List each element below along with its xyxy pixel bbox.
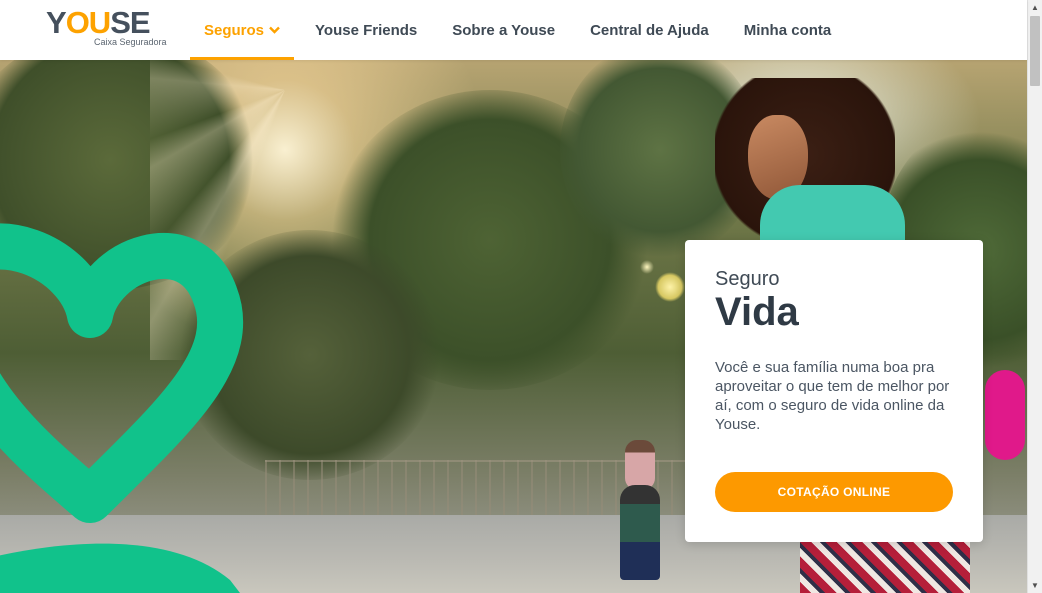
cotacao-online-button[interactable]: COTAÇÃO ONLINE [715,472,953,512]
card-title: Vida [715,290,799,334]
main-nav: Seguros Youse Friends Sobre a Youse Cent… [190,0,852,60]
nav-item-sobre-a-youse[interactable]: Sobre a Youse [438,0,569,60]
heart-outline-icon [0,223,244,593]
scroll-thumb[interactable] [1030,16,1040,86]
nav-item-label: Youse Friends [315,21,418,39]
logo-subtitle: Caixa Seguradora [94,37,167,47]
card-eyebrow: Seguro [715,268,780,290]
logo-wordmark: YOUSE [46,5,151,40]
site-header: YOUSE Caixa Seguradora Seguros Youse Fri… [0,0,1027,60]
youse-logo[interactable]: YOUSE Caixa Seguradora [46,6,167,50]
nav-item-central-de-ajuda[interactable]: Central de Ajuda [576,0,723,60]
nav-item-label: Central de Ajuda [590,21,709,39]
product-card: Seguro Vida Você e sua família numa boa … [685,240,983,542]
chevron-down-icon [269,26,280,34]
nav-item-label: Minha conta [743,21,832,39]
nav-item-label: Seguros [204,21,265,39]
scroll-up-arrow-icon[interactable]: ▲ [1028,0,1042,15]
nav-item-minha-conta[interactable]: Minha conta [730,0,846,60]
nav-item-seguros[interactable]: Seguros [190,0,295,60]
nav-item-youse-friends[interactable]: Youse Friends [301,0,431,60]
scroll-down-arrow-icon[interactable]: ▼ [1028,578,1042,593]
vertical-scrollbar[interactable]: ▲ ▼ [1027,0,1042,593]
nav-item-label: Sobre a Youse [452,21,556,39]
card-description: Você e sua família numa boa pra aproveit… [715,359,950,433]
